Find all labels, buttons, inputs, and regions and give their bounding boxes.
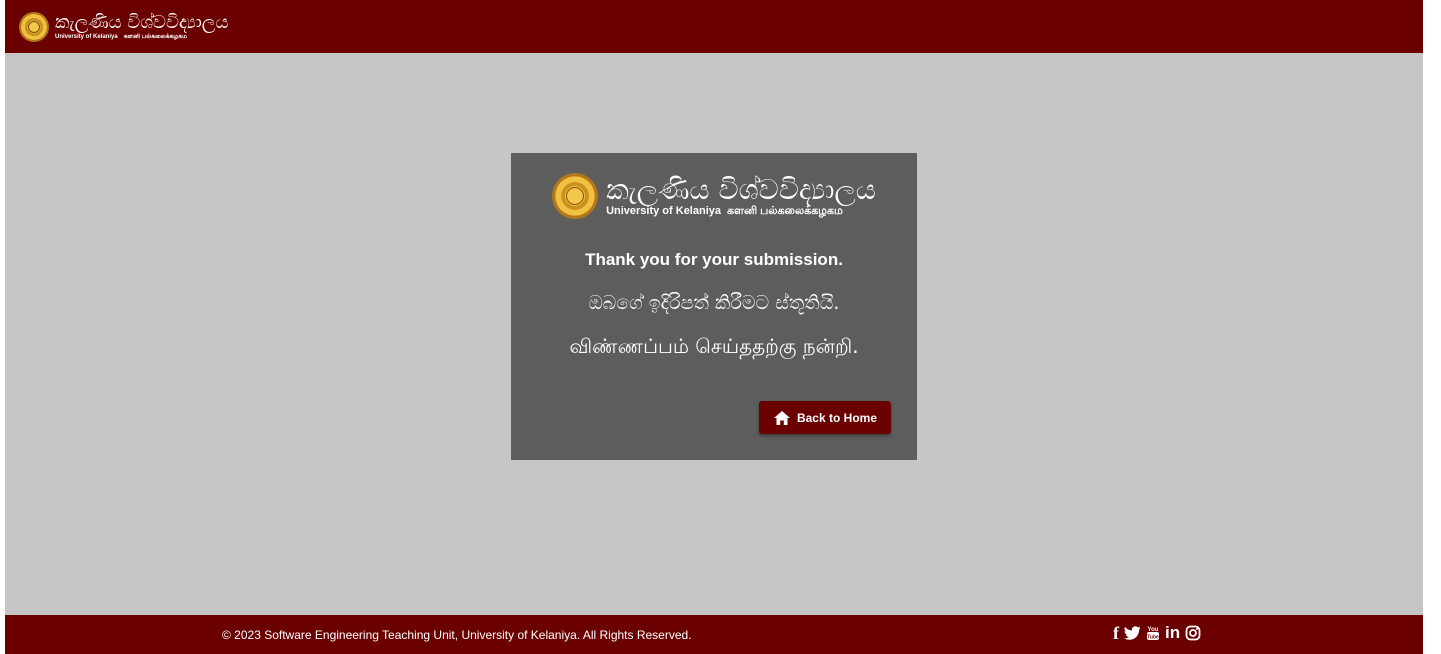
facebook-icon[interactable]: f [1113,624,1119,642]
thank-you-message-tamil: விண்ணப்பம் செய்ததற்கு நன்றி. [569,334,859,358]
logo-sinhala-name: කැලණිය විශ්වවිද්‍යාලය [55,11,229,33]
home-icon [773,410,790,425]
card-logo-subtitle: University of Kelaniya களனி பல்கலைக்கழகம [606,205,876,218]
back-to-home-label: Back to Home [796,410,877,425]
linkedin-icon[interactable]: in [1165,624,1180,641]
university-seal-icon [19,11,49,42]
university-seal-icon [552,173,599,219]
logo-subtitle: University of Kelaniya களனி பல்கலைக்கழகம [55,33,228,41]
thank-you-message-sinhala: ඔබගේ ඉදිරිපත් කිරීමට ස්තූතියි. [588,292,840,314]
svg-text:Tube: Tube [1147,635,1159,641]
svg-text:You: You [1148,627,1159,633]
card-logo-sinhala-name: කැලණිය විශ්වවිද්‍යාලය [606,172,876,206]
back-to-home-button[interactable]: Back to Home [758,401,891,434]
logo-tamil-name: களனி பல்கலைக்கழகம [123,33,187,40]
card-logo-english-name: University of Kelaniya [606,204,721,217]
university-logo[interactable]: කැලණිය විශ්වවිද්‍යාලය University of Kela… [19,11,229,42]
logo-text: කැලණිය විශ්වවිද්‍යාලය University of Kela… [55,11,229,41]
logo-english-name: University of Kelaniya [55,33,118,40]
card-logo-tamil-name: களனி பல்கலைக்கழகம [727,204,843,217]
top-navbar: කැලණිය විශ්වවිද්‍යාලය University of Kela… [5,0,1423,53]
instagram-icon[interactable] [1185,625,1201,641]
twitter-icon[interactable] [1124,626,1141,640]
confirmation-card: කැලණිය විශ්වවිද්‍යාලය University of Kela… [511,153,917,460]
social-links: f You Tube in [1113,624,1201,642]
footer: © 2023 Software Engineering Teaching Uni… [5,615,1423,654]
main-content: කැලණිය විශ්වවිද්‍යාලය University of Kela… [5,53,1423,615]
thank-you-message-english: Thank you for your submission. [585,250,843,269]
youtube-icon[interactable]: You Tube [1146,625,1160,641]
page: කැලණිය විශ්වවිද්‍යාලය University of Kela… [5,0,1423,654]
card-university-logo: කැලණිය විශ්වවිද්‍යාලය University of Kela… [511,173,917,219]
card-logo-text: කැලණිය විශ්වවිද්‍යාලය University of Kela… [606,172,876,218]
copyright-text: © 2023 Software Engineering Teaching Uni… [222,628,692,642]
